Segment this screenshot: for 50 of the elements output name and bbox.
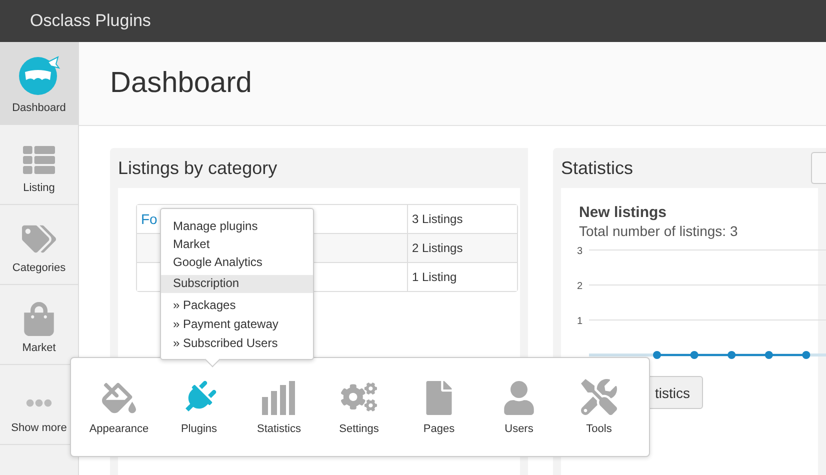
menu-item[interactable]: Market (161, 236, 313, 254)
sidebar-label: Categories (12, 262, 66, 274)
list-icon (23, 144, 55, 176)
popup-label: Tools (586, 423, 612, 435)
menu-item[interactable]: Google Analytics (161, 254, 313, 272)
panel-title: Statistics (561, 158, 634, 178)
data-point (802, 351, 810, 359)
data-point (653, 351, 661, 359)
sidebar-label: Listing (23, 182, 55, 194)
sidebar-item[interactable]: Dashboard (0, 42, 78, 125)
submenu-item[interactable]: » Subscribed Users (161, 334, 313, 353)
menu-item[interactable]: Subscription (161, 275, 313, 293)
menu-item[interactable]: Manage plugins (161, 218, 313, 236)
popup-item[interactable]: Users (479, 358, 559, 456)
data-point (690, 351, 698, 359)
popup-label: Appearance (89, 423, 149, 435)
page-title: Dashboard (110, 67, 252, 100)
popup-item[interactable]: Settings (319, 358, 399, 456)
sidebar-label: Market (22, 342, 56, 354)
data-point (728, 351, 736, 359)
popup-label: Statistics (256, 423, 301, 435)
popup-item[interactable]: Appearance (79, 358, 159, 456)
sidebar-label: Show more (11, 422, 67, 434)
sidebar-label: Dashboard (12, 102, 66, 114)
popup-item[interactable]: Statistics (239, 358, 319, 456)
data-point (764, 351, 773, 359)
popup-label: Plugins (180, 423, 218, 435)
shopping-bag-icon (22, 302, 56, 336)
table-cell: 1 Listing (407, 263, 517, 291)
header-button[interactable] (811, 152, 826, 184)
ninja-logo-icon (18, 54, 60, 96)
submenu-item[interactable]: » Packages (161, 296, 313, 315)
paint-bucket-icon (102, 381, 136, 415)
popup-label: Settings (339, 423, 379, 435)
popup-label: Users (504, 423, 534, 435)
chart-subtitle: Total number of listings: 3 (579, 223, 739, 239)
axis-tick-label: 2 (577, 281, 583, 292)
user-icon (502, 381, 536, 415)
popup-label: Pages (423, 423, 455, 435)
popup-item[interactable]: Pages (399, 358, 479, 456)
popup-item[interactable]: Plugins (159, 358, 239, 456)
chart-title: New listings (579, 204, 668, 221)
category-link[interactable]: Fo (141, 211, 158, 227)
tools-icon (581, 379, 617, 415)
submenu-item[interactable]: » Payment gateway (161, 315, 313, 334)
axis-tick-label: 3 (577, 246, 583, 257)
panel-title: Listings by category (118, 158, 278, 178)
bar-chart-icon (261, 381, 297, 415)
axis-tick-label: 1 (577, 316, 583, 327)
site-title: Osclass Plugins (30, 11, 151, 31)
